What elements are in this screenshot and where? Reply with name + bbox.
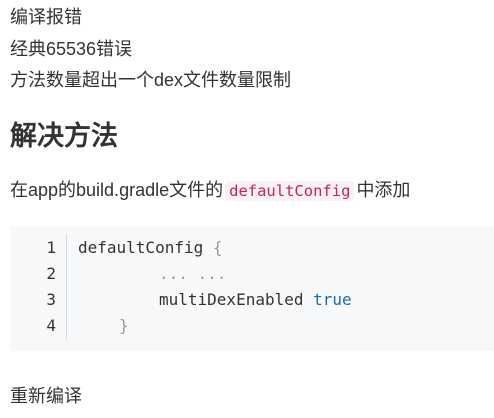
section-heading: 解决方法 — [10, 121, 118, 151]
paragraph-instruction: 在app的build.gradle文件的 defaultConfig 中添加 — [10, 177, 410, 204]
line-number-gutter: 1 2 3 4 — [10, 234, 67, 340]
line-number: 3 — [46, 290, 56, 309]
instruction-suffix: 中添加 — [356, 180, 411, 200]
code-line: ... ... — [159, 264, 226, 283]
paragraph-dex-limit: 方法数量超出一个dex文件数量限制 — [10, 70, 292, 90]
code-keyword-true: true — [313, 290, 352, 309]
code-property: multiDexEnabled — [159, 290, 314, 309]
article-body: 编译报错 经典65536错误 方法数量超出一个dex文件数量限制 解决方法 在a… — [10, 0, 494, 418]
code-line: defaultConfig { — [78, 238, 223, 257]
line-number: 4 — [46, 316, 56, 335]
line-number: 1 — [46, 238, 56, 257]
code-block: 1 2 3 4 defaultConfig { ... ... multiDex… — [10, 226, 494, 351]
paragraph-compile-error: 编译报错 — [10, 7, 82, 27]
paragraph-recompile: 重新编译 — [10, 386, 82, 406]
inline-code-defaultconfig: defaultConfig — [225, 181, 355, 201]
code-close-brace: } — [119, 316, 129, 335]
code-line: } — [119, 316, 129, 335]
code-identifier: defaultConfig — [78, 238, 213, 257]
code-ellipsis: ... ... — [159, 264, 227, 283]
code-line: multiDexEnabled true — [159, 290, 352, 309]
code-open-brace: { — [212, 238, 223, 257]
instruction-prefix: 在app的build.gradle文件的 — [10, 180, 224, 200]
line-number: 2 — [46, 264, 56, 283]
paragraph-65536-error: 经典65536错误 — [10, 39, 133, 59]
